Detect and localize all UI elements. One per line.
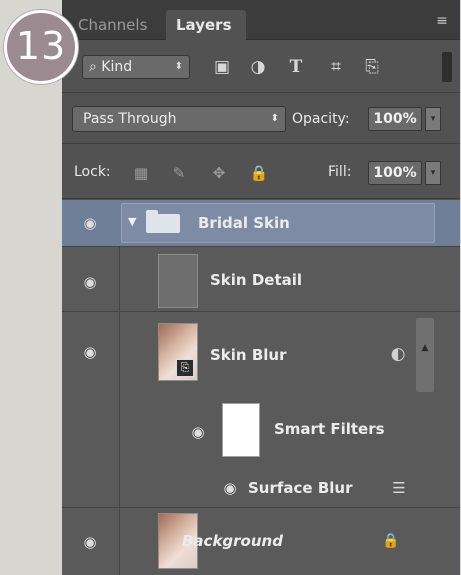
layer-filter-row: ⌕ Kind ⬍ ▣ ◑ T ⌗ ⎘ [62, 41, 460, 93]
panel-tab-bar: Channels Layers ≡ [62, 0, 460, 40]
filter-toggle-switch[interactable] [442, 52, 452, 82]
filter-blending-options-icon[interactable]: ☰ [388, 478, 410, 498]
lock-icon: 🔒 [382, 533, 400, 549]
filter-smart-objects-icon[interactable]: ⎘ [360, 56, 384, 78]
layer-row-bridal-skin[interactable]: ◉ ▼ Bridal Skin [62, 200, 460, 247]
layer-row-surface-blur[interactable]: ◉ Surface Blur ☰ [62, 468, 460, 508]
search-icon: ⌕ [89, 59, 97, 75]
eye-icon[interactable]: ◉ [80, 216, 100, 231]
layer-row-skin-detail[interactable]: ◉ Skin Detail [62, 248, 460, 312]
filter-adjustment-layers-icon[interactable]: ◑ [246, 56, 270, 78]
panel-menu-icon[interactable]: ≡ [432, 14, 452, 28]
layers-list: ◉ ▼ Bridal Skin ◉ Skin Detail ◉ ⎘ Skin B… [62, 200, 460, 575]
lock-all-icon[interactable]: 🔒 [248, 162, 270, 184]
filter-name: Surface Blur [248, 479, 353, 497]
filter-mask-thumbnail [222, 403, 260, 457]
blend-mode-row: Pass Through ⬍ Opacity: 100% ▾ [62, 94, 460, 144]
layer-name: Background [182, 532, 283, 550]
blend-mode-select[interactable]: Pass Through ⬍ [72, 106, 286, 132]
layer-row-skin-blur[interactable]: ◉ ⎘ Skin Blur ◐ [62, 313, 460, 395]
layer-name: Skin Blur [210, 346, 287, 364]
blend-mode-value: Pass Through [83, 111, 177, 127]
layer-name: Skin Detail [210, 271, 303, 289]
tab-channels[interactable]: Channels [68, 10, 157, 40]
opacity-dropdown-arrow-icon[interactable]: ▾ [425, 107, 441, 131]
smart-filter-indicator-icon[interactable]: ◐ [386, 343, 410, 365]
fill-label: Fill: [328, 164, 352, 180]
opacity-input[interactable]: 100% [368, 107, 422, 131]
lock-transparent-pixels-icon[interactable]: ▦ [130, 162, 152, 184]
eye-icon[interactable]: ◉ [80, 345, 100, 360]
tab-layers[interactable]: Layers [166, 10, 246, 40]
eye-icon[interactable]: ◉ [188, 425, 208, 440]
layer-row-background[interactable]: ◉ Background 🔒 [62, 509, 460, 575]
filter-image-layers-icon[interactable]: ▣ [210, 56, 234, 78]
expand-triangle-icon[interactable]: ▼ [128, 214, 136, 230]
select-arrows-icon: ⬍ [270, 113, 279, 124]
lock-row: Lock: ▦ ✎ ✥ 🔒 Fill: 100% ▾ [62, 145, 460, 199]
layer-name: Bridal Skin [198, 214, 290, 232]
select-arrows-icon: ⬍ [174, 61, 183, 72]
eye-icon[interactable]: ◉ [80, 275, 100, 290]
layer-thumbnail [158, 254, 198, 308]
filter-kind-label: Kind [101, 59, 133, 75]
step-number-badge: 13 [4, 10, 78, 84]
lock-position-icon[interactable]: ✥ [208, 162, 230, 184]
layer-row-smart-filters[interactable]: ◉ Smart Filters [62, 395, 460, 467]
fill-input[interactable]: 100% [368, 161, 422, 185]
opacity-label: Opacity: [292, 111, 350, 127]
fill-dropdown-arrow-icon[interactable]: ▾ [425, 161, 441, 185]
layers-panel: Channels Layers ≡ ⌕ Kind ⬍ ▣ ◑ T ⌗ ⎘ Pas… [62, 0, 460, 575]
scrollbar[interactable]: ▲ [416, 318, 434, 392]
scroll-up-arrow-icon[interactable]: ▲ [416, 342, 434, 354]
smart-object-icon: ⎘ [176, 359, 194, 377]
filter-type-layers-icon[interactable]: T [284, 56, 308, 78]
filter-kind-select[interactable]: ⌕ Kind ⬍ [82, 55, 190, 79]
layer-name: Smart Filters [274, 420, 385, 438]
folder-icon [146, 210, 180, 233]
lock-image-pixels-icon[interactable]: ✎ [168, 162, 190, 184]
eye-icon[interactable]: ◉ [80, 535, 100, 550]
eye-icon[interactable]: ◉ [220, 481, 240, 496]
lock-label: Lock: [74, 164, 111, 180]
filter-shape-layers-icon[interactable]: ⌗ [324, 56, 348, 78]
